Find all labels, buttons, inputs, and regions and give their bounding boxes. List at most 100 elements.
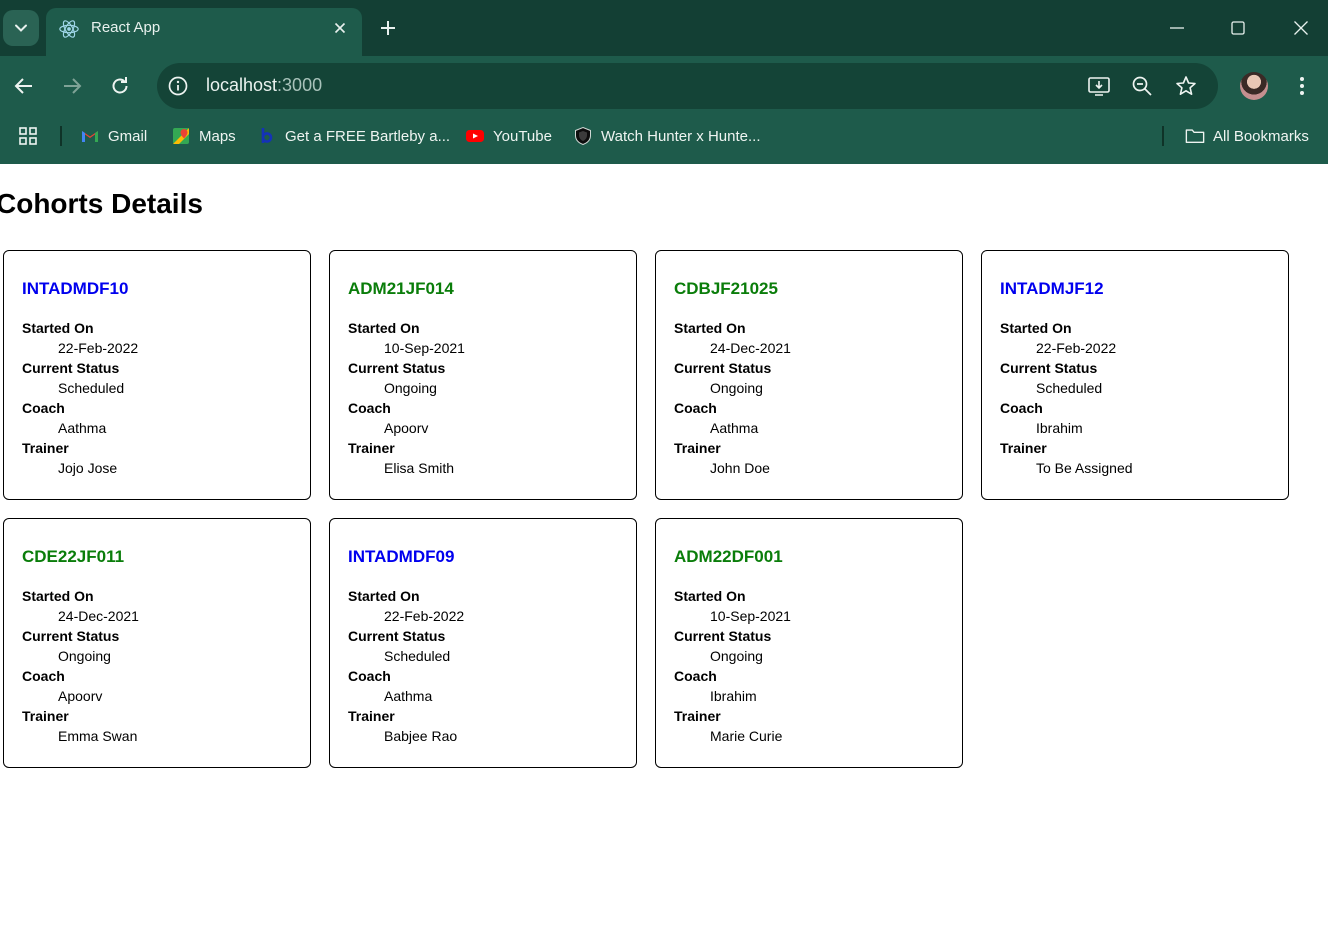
field-value-coach: Ibrahim xyxy=(1036,420,1083,436)
cohort-code: ADM21JF014 xyxy=(348,279,454,298)
bookmark-star-button[interactable] xyxy=(1174,74,1198,98)
zoom-button[interactable] xyxy=(1130,74,1154,98)
field-value-started-on: 22-Feb-2022 xyxy=(58,340,139,356)
close-icon xyxy=(334,22,346,34)
cohort-code: INTADMDF09 xyxy=(348,547,455,566)
field-value-coach: Ibrahim xyxy=(710,688,757,704)
field-label-started-on: Started On xyxy=(348,320,420,336)
field-label-trainer: Trainer xyxy=(1000,440,1047,456)
field-label-coach: Coach xyxy=(1000,400,1043,416)
plus-icon xyxy=(381,21,395,35)
bookmark-label: Watch Hunter x Hunte... xyxy=(601,127,761,145)
bookmark-hunter[interactable]: Watch Hunter x Hunte... xyxy=(573,124,761,148)
arrow-left-icon xyxy=(14,78,32,94)
minimize-button[interactable] xyxy=(1163,14,1191,42)
forward-button[interactable] xyxy=(58,72,86,100)
cohort-card: CDBJF21025 Started On 24-Dec-2021 Current S… xyxy=(655,250,963,500)
apps-grid-icon xyxy=(19,127,37,145)
bookmark-maps[interactable]: Maps xyxy=(171,124,236,148)
install-icon xyxy=(1088,77,1110,96)
address-bar[interactable]: localhost:3000 xyxy=(157,63,1218,109)
tab-close-button[interactable] xyxy=(330,18,350,38)
field-label-trainer: Trainer xyxy=(674,708,721,724)
youtube-icon xyxy=(466,130,484,142)
cohort-details: Started On 10-Sep-2021 Current Status Ongoi… xyxy=(348,318,465,478)
field-value-current-status: Scheduled xyxy=(384,648,451,664)
all-bookmarks-button[interactable]: All Bookmarks xyxy=(1185,124,1309,148)
field-value-coach: Apoorv xyxy=(58,688,103,704)
shield-icon xyxy=(575,126,591,146)
arrow-right-icon xyxy=(64,78,82,94)
bookmark-gmail[interactable]: Gmail xyxy=(80,124,147,148)
field-label-current-status: Current Status xyxy=(1000,360,1098,376)
field-value-trainer: Emma Swan xyxy=(58,728,138,744)
field-value-current-status: Scheduled xyxy=(58,380,125,396)
field-label-coach: Coach xyxy=(674,400,717,416)
field-label-trainer: Trainer xyxy=(22,708,69,724)
field-value-current-status: Ongoing xyxy=(58,648,111,664)
field-value-trainer: John Doe xyxy=(710,460,770,476)
bookmark-bartleby[interactable]: Get a FREE Bartleby a... xyxy=(257,124,450,148)
field-value-coach: Aathma xyxy=(58,420,107,436)
field-label-current-status: Current Status xyxy=(674,628,772,644)
field-label-current-status: Current Status xyxy=(348,628,446,644)
cohort-details: Started On 22-Feb-2022 Current Status Sched… xyxy=(1000,318,1133,478)
field-label-coach: Coach xyxy=(674,668,717,684)
bookmarks-bar: Gmail Maps Get a FREE Bartleby a... YouT… xyxy=(0,118,1328,154)
apps-button[interactable] xyxy=(18,124,38,148)
gmail-icon xyxy=(82,131,98,142)
tab-strip: React App xyxy=(0,0,1328,56)
bookmarks-divider xyxy=(60,126,62,146)
maximize-button[interactable] xyxy=(1224,14,1252,42)
cohort-details: Started On 24-Dec-2021 Current Status Ongoi… xyxy=(22,586,139,746)
cohort-card: ADM21JF014 Started On 10-Sep-2021 Current S… xyxy=(329,250,637,500)
cohort-details: Started On 24-Dec-2021 Current Status Ongoi… xyxy=(674,318,791,478)
field-value-started-on: 24-Dec-2021 xyxy=(58,608,139,624)
profile-avatar[interactable] xyxy=(1240,72,1268,100)
field-label-coach: Coach xyxy=(348,400,391,416)
bookmark-youtube[interactable]: YouTube xyxy=(465,124,552,148)
cohort-details: Started On 10-Sep-2021 Current Status Ongoi… xyxy=(674,586,791,746)
field-label-trainer: Trainer xyxy=(348,708,395,724)
bartleby-icon xyxy=(261,128,273,143)
field-label-started-on: Started On xyxy=(348,588,420,604)
back-button[interactable] xyxy=(10,72,38,100)
field-value-coach: Apoorv xyxy=(384,420,429,436)
tab-search-button[interactable] xyxy=(3,10,39,46)
folder-icon xyxy=(1185,129,1205,144)
field-value-started-on: 10-Sep-2021 xyxy=(710,608,791,624)
field-label-started-on: Started On xyxy=(674,588,746,604)
close-window-button[interactable] xyxy=(1287,14,1315,42)
cohort-code: INTADMDF10 xyxy=(22,279,129,298)
install-app-button[interactable] xyxy=(1087,74,1111,98)
field-label-current-status: Current Status xyxy=(22,360,120,376)
field-label-started-on: Started On xyxy=(22,320,94,336)
cohort-details: Started On 22-Feb-2022 Current Status Sched… xyxy=(22,318,138,478)
tab-title: React App xyxy=(91,19,161,36)
all-bookmarks-label: All Bookmarks xyxy=(1213,127,1309,145)
field-label-coach: Coach xyxy=(348,668,391,684)
field-label-started-on: Started On xyxy=(22,588,94,604)
star-icon xyxy=(1176,76,1196,95)
field-label-trainer: Trainer xyxy=(674,440,721,456)
cohort-card: INTADMDF09 Started On 22-Feb-2022 Current S… xyxy=(329,518,637,768)
browser-menu-button[interactable] xyxy=(1290,72,1314,100)
chevron-down-icon xyxy=(15,24,27,32)
cohort-card: ADM22DF001 Started On 10-Sep-2021 Current S… xyxy=(655,518,963,768)
info-icon[interactable] xyxy=(167,75,189,97)
active-tab[interactable]: React App xyxy=(46,8,362,56)
reload-button[interactable] xyxy=(106,72,134,100)
url-text[interactable]: localhost:3000 xyxy=(206,75,322,96)
page-title: Cohorts Details xyxy=(0,188,203,219)
field-value-coach: Aathma xyxy=(384,688,433,704)
new-tab-button[interactable] xyxy=(376,16,400,40)
field-label-trainer: Trainer xyxy=(22,440,69,456)
field-value-started-on: 22-Feb-2022 xyxy=(384,608,465,624)
field-value-trainer: Jojo Jose xyxy=(58,460,118,476)
reload-icon xyxy=(112,77,128,94)
field-value-trainer: To Be Assigned xyxy=(1036,460,1133,476)
bookmark-label: Get a FREE Bartleby a... xyxy=(285,127,451,145)
maps-icon xyxy=(173,128,189,144)
field-value-trainer: Elisa Smith xyxy=(384,460,455,476)
bookmark-label: Maps xyxy=(199,127,236,145)
